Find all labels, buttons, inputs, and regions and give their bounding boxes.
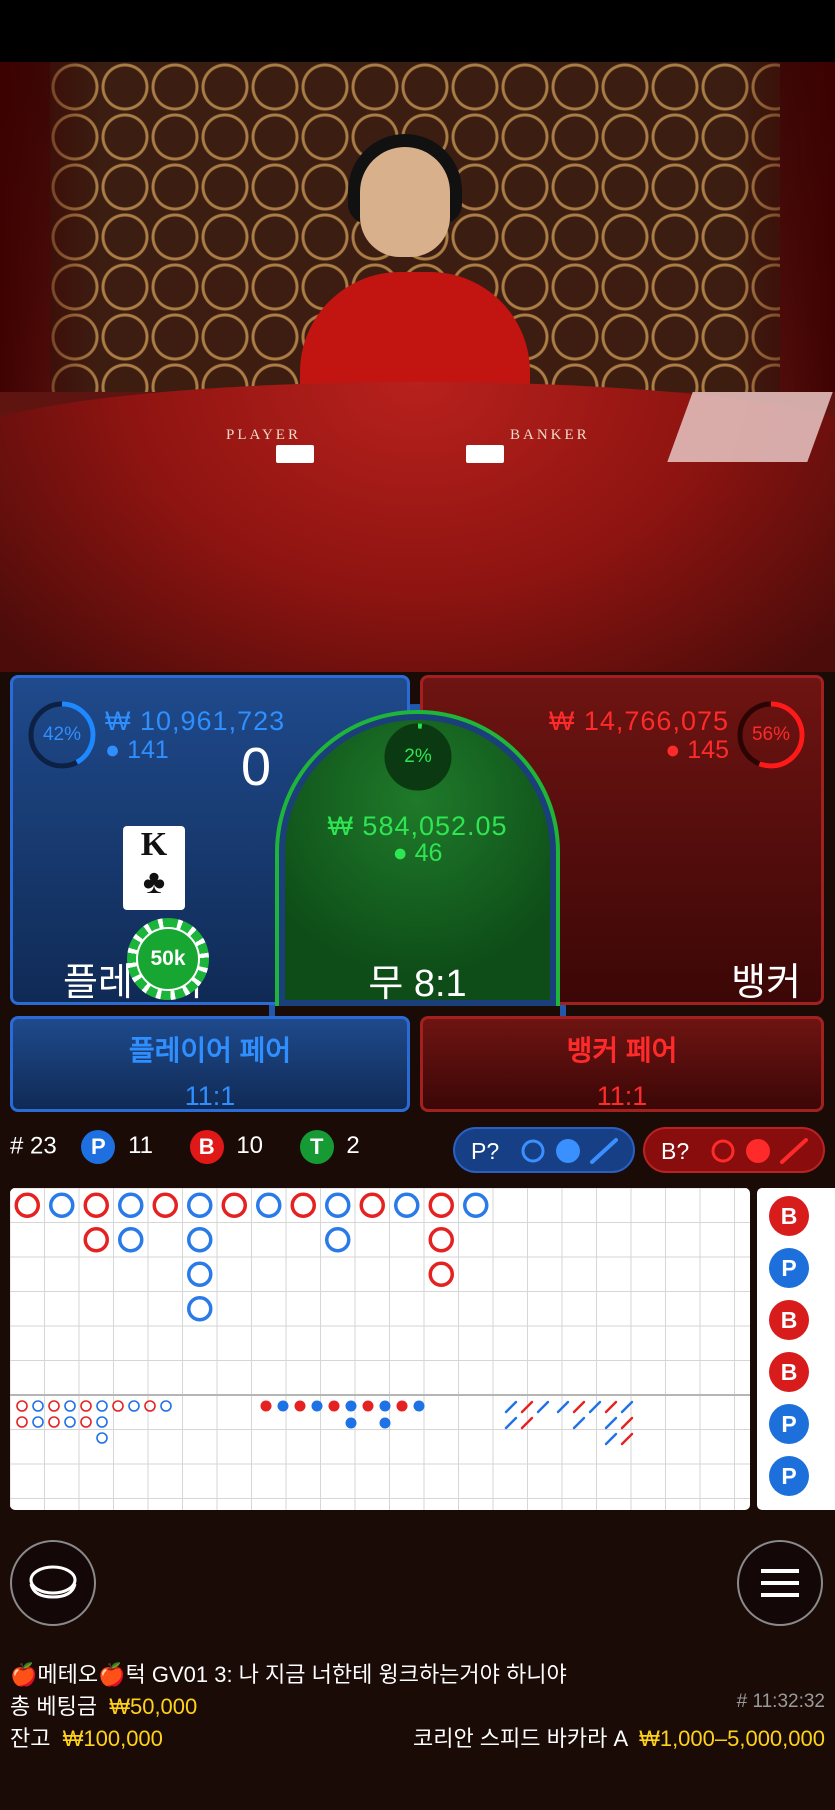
chat-button[interactable] bbox=[10, 1540, 96, 1626]
total-bet-value: ₩50,000 bbox=[109, 1694, 198, 1719]
banker-total-amount: ₩ 14,766,075 bbox=[548, 706, 729, 736]
table-name: 코리안 스피드 바카라 A bbox=[412, 1726, 627, 1751]
total-bet-label: 총 베팅금 bbox=[10, 1694, 98, 1719]
balance: 잔고 ₩100,000 bbox=[10, 1721, 163, 1753]
big-road-mark bbox=[118, 1192, 144, 1218]
big-road-mark bbox=[187, 1192, 213, 1218]
live-video: PLAYER BANKER bbox=[0, 62, 835, 672]
chip: 50k bbox=[127, 918, 209, 1000]
player-pair-label: 플레이어 페어 bbox=[128, 1035, 292, 1066]
big-road-mark bbox=[118, 1227, 144, 1253]
player-dot: P bbox=[81, 1130, 116, 1164]
big-road-mark bbox=[187, 1296, 213, 1322]
card-rank: K bbox=[140, 826, 168, 863]
banker-bettor-count: 145 bbox=[687, 736, 729, 764]
predict-icons bbox=[711, 1138, 808, 1164]
player-predict-button[interactable]: P? bbox=[453, 1127, 635, 1173]
bead-item: P bbox=[769, 1456, 809, 1496]
round-time: # 11:32:32 bbox=[736, 1691, 825, 1712]
scoreboard bbox=[10, 1188, 750, 1510]
chat-message: 🍎메테오🍎턱 GV01 3: 나 지금 너한테 윙크하는거야 하니야 bbox=[10, 1662, 567, 1687]
big-road-mark bbox=[152, 1192, 178, 1218]
player-pair-bet[interactable]: 플레이어 페어 11:1 bbox=[10, 1016, 410, 1112]
dealt-card bbox=[466, 445, 504, 463]
tie-label: 무 8:1 bbox=[368, 963, 467, 1005]
round-stats: # 23 P 11 B 10 T 2 bbox=[10, 1130, 360, 1164]
player-score: 0 bbox=[241, 737, 272, 797]
big-road-mark bbox=[290, 1192, 316, 1218]
status-bar bbox=[0, 0, 835, 62]
chat-icon bbox=[29, 1565, 77, 1599]
tie-percent: 2% bbox=[404, 746, 432, 767]
banker-pair-odds: 11:1 bbox=[596, 1081, 648, 1111]
banker-pair-bet[interactable]: 뱅커 페어 11:1 bbox=[420, 1016, 824, 1112]
person-icon: ● bbox=[392, 839, 408, 867]
round-number: # 23 bbox=[10, 1132, 57, 1160]
big-road-mark bbox=[359, 1192, 385, 1218]
player-pair-odds: 11:1 bbox=[184, 1081, 236, 1111]
bead-item: P bbox=[769, 1248, 809, 1288]
big-road-mark bbox=[394, 1192, 420, 1218]
big-road-mark bbox=[221, 1192, 247, 1218]
big-road-mark bbox=[256, 1192, 282, 1218]
dealer bbox=[360, 147, 450, 257]
bead-item: P bbox=[769, 1404, 809, 1444]
banker-wins: 10 bbox=[236, 1132, 264, 1160]
tie-bettor-count: 46 bbox=[414, 839, 443, 867]
road-grid bbox=[10, 1188, 750, 1510]
tie-bet-area[interactable]: 2% ₩ 584,052.05 ● 46 무 8:1 bbox=[269, 704, 566, 1016]
balance-value: ₩100,000 bbox=[62, 1726, 163, 1751]
bead-item: B bbox=[769, 1352, 809, 1392]
person-icon: ● bbox=[665, 736, 681, 764]
table-player-label: PLAYER bbox=[226, 427, 301, 443]
banker-dot: B bbox=[189, 1130, 224, 1164]
bead-item: B bbox=[769, 1300, 809, 1340]
tie-dot: T bbox=[299, 1130, 334, 1164]
bet-limits: ₩1,000–5,000,000 bbox=[639, 1726, 825, 1751]
dealt-card bbox=[276, 445, 314, 463]
banker-predict-button[interactable]: B? bbox=[643, 1127, 825, 1173]
player-percent: 42% bbox=[42, 724, 82, 745]
player-card: K ♣ bbox=[123, 826, 185, 910]
tie-count: 2 bbox=[346, 1132, 360, 1160]
bead-item: B bbox=[769, 1196, 809, 1236]
big-road-mark bbox=[325, 1227, 351, 1253]
predict-icons bbox=[521, 1138, 618, 1164]
big-road-mark bbox=[428, 1227, 454, 1253]
total-bet: 총 베팅금 ₩50,000 bbox=[10, 1689, 197, 1721]
balance-label: 잔고 bbox=[10, 1726, 51, 1751]
big-road-mark bbox=[83, 1192, 109, 1218]
player-wins: 11 bbox=[128, 1132, 153, 1160]
player-total-amount: ₩ 10,961,723 bbox=[105, 706, 286, 736]
banker-pair-label: 뱅커 페어 bbox=[566, 1035, 678, 1066]
banker-label: 뱅커 bbox=[731, 962, 801, 1004]
big-road-mark bbox=[463, 1192, 489, 1218]
tie-total-amount: ₩ 584,052.05 bbox=[327, 811, 508, 841]
big-road-mark bbox=[428, 1192, 454, 1218]
player-bettor-count: 141 bbox=[127, 736, 169, 764]
table-info: 코리안 스피드 바카라 A ₩1,000–5,000,000 bbox=[413, 1721, 825, 1753]
person-icon: ● bbox=[105, 736, 121, 764]
banker-predict-label: B? bbox=[661, 1138, 690, 1164]
banker-percent: 56% bbox=[751, 724, 791, 745]
big-road-mark bbox=[325, 1192, 351, 1218]
menu-icon bbox=[761, 1569, 799, 1597]
big-road-mark bbox=[428, 1261, 454, 1287]
big-road-mark bbox=[49, 1192, 75, 1218]
player-predict-label: P? bbox=[471, 1138, 500, 1164]
bead-road: BPBBPP bbox=[757, 1188, 835, 1510]
club-icon: ♣ bbox=[142, 863, 166, 901]
big-road-mark bbox=[14, 1192, 40, 1218]
big-road-mark bbox=[187, 1227, 213, 1253]
big-road-mark bbox=[187, 1261, 213, 1287]
menu-button[interactable] bbox=[737, 1540, 823, 1626]
big-road-mark bbox=[83, 1227, 109, 1253]
card-shoe bbox=[667, 392, 833, 462]
chip-value: 50k bbox=[136, 927, 200, 991]
table-banker-label: BANKER bbox=[510, 427, 590, 443]
